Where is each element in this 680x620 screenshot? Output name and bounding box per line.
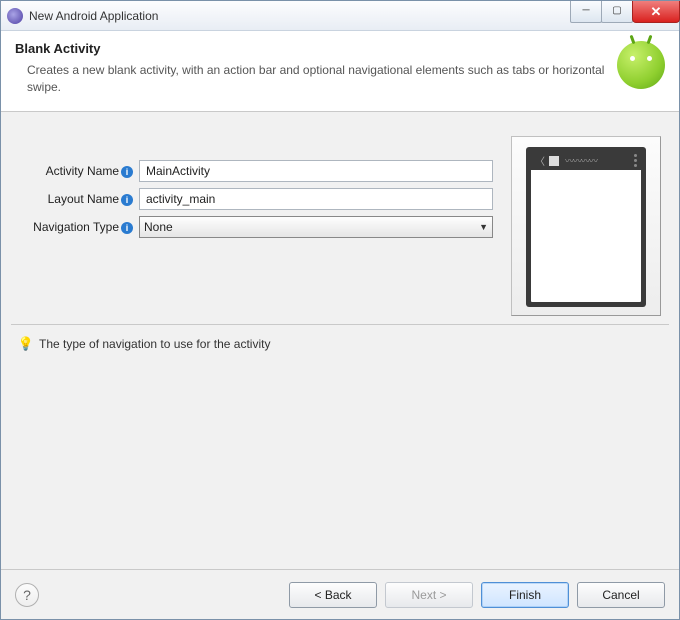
cancel-button[interactable]: Cancel (577, 582, 665, 608)
activity-name-input[interactable] (139, 160, 493, 182)
window-title: New Android Application (29, 9, 571, 23)
chevron-down-icon: ▼ (479, 222, 488, 232)
layout-name-row: Layout Namei (19, 188, 493, 210)
banner-text: Blank Activity Creates a new blank activ… (15, 41, 617, 97)
preview-action-bar: 〈 〰〰〰〰 (531, 152, 641, 170)
form-area: Activity Namei Layout Namei Navigation T… (1, 112, 679, 324)
navigation-type-label: Navigation Typei (19, 220, 139, 234)
banner: Blank Activity Creates a new blank activ… (1, 31, 679, 112)
phone-screen: 〈 〰〰〰〰 (531, 152, 641, 302)
minimize-button[interactable]: ─ (570, 1, 602, 23)
preview-overflow-icon (634, 154, 637, 167)
info-icon[interactable]: i (121, 194, 133, 206)
info-icon[interactable]: i (121, 222, 133, 234)
activity-name-row: Activity Namei (19, 160, 493, 182)
maximize-icon: ▢ (612, 6, 621, 16)
back-button[interactable]: < Back (289, 582, 377, 608)
info-icon[interactable]: i (121, 166, 133, 178)
phone-frame: 〈 〰〰〰〰 (526, 147, 646, 307)
layout-name-input[interactable] (139, 188, 493, 210)
tip-area: 💡 The type of navigation to use for the … (1, 335, 679, 353)
finish-button[interactable]: Finish (481, 582, 569, 608)
navigation-type-select[interactable]: None ▼ (139, 216, 493, 238)
preview-app-icon (549, 156, 559, 166)
next-button: Next > (385, 582, 473, 608)
android-icon (617, 41, 665, 89)
activity-preview: 〈 〰〰〰〰 (511, 136, 661, 316)
eclipse-icon (7, 8, 23, 24)
maximize-button[interactable]: ▢ (601, 1, 633, 23)
wizard-window: New Android Application ─ ▢ ✕ Blank Acti… (0, 0, 680, 620)
preview-back-icon: 〈 (535, 153, 545, 168)
activity-name-label: Activity Namei (19, 164, 139, 178)
navigation-type-row: Navigation Typei None ▼ (19, 216, 493, 238)
layout-name-label-text: Layout Name (48, 192, 119, 206)
banner-title: Blank Activity (15, 41, 605, 56)
form-fields: Activity Namei Layout Namei Navigation T… (19, 136, 511, 244)
window-controls: ─ ▢ ✕ (571, 1, 680, 23)
preview-title-placeholder: 〰〰〰〰 (565, 154, 628, 167)
close-button[interactable]: ✕ (632, 1, 680, 23)
navigation-type-label-text: Navigation Type (33, 220, 119, 234)
banner-description: Creates a new blank activity, with an ac… (15, 62, 605, 97)
spacer (1, 353, 679, 569)
titlebar[interactable]: New Android Application ─ ▢ ✕ (1, 1, 679, 31)
content-area: Activity Namei Layout Namei Navigation T… (1, 112, 679, 569)
layout-name-label: Layout Namei (19, 192, 139, 206)
help-button[interactable]: ? (15, 583, 39, 607)
lightbulb-icon: 💡 (19, 337, 33, 351)
help-icon: ? (23, 587, 31, 603)
navigation-type-value: None (144, 220, 173, 234)
footer: ? < Back Next > Finish Cancel (1, 569, 679, 619)
close-icon: ✕ (651, 5, 662, 18)
minimize-icon: ─ (582, 6, 589, 16)
activity-name-label-text: Activity Name (46, 164, 119, 178)
tip-text: The type of navigation to use for the ac… (39, 337, 270, 351)
divider (11, 324, 669, 325)
